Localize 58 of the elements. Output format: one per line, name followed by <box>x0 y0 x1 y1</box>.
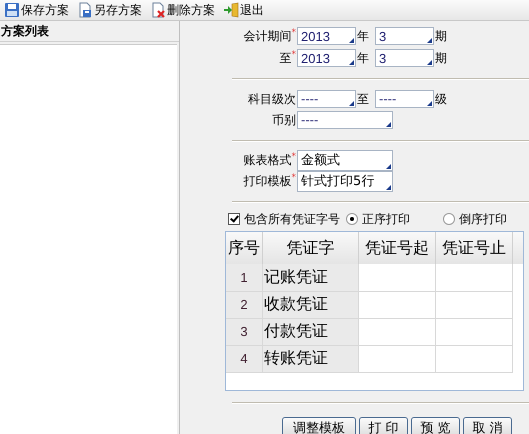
unit-label: 至 <box>356 90 370 108</box>
input-field[interactable]: ---- <box>297 90 356 108</box>
field-label: 打印模板 <box>244 172 292 190</box>
table-cell: 转账凭证 <box>262 345 358 372</box>
table-cell: 2 <box>226 291 262 318</box>
field-label: 科目级次 <box>248 90 296 108</box>
required-mark: * <box>292 28 296 38</box>
column-header: 凭证号止 <box>436 232 512 264</box>
column-header: 凭证字 <box>262 232 358 264</box>
action-button[interactable]: 调整模板 <box>282 417 356 434</box>
unit-label: 级 <box>434 90 448 108</box>
document-cross-icon <box>150 2 166 18</box>
input-field[interactable]: 3 <box>375 49 434 67</box>
table-cell: 收款凭证 <box>262 291 358 318</box>
toolbar-button[interactable]: 退出 <box>221 0 266 20</box>
toolbar-button[interactable]: 保存方案 <box>2 0 71 20</box>
radio-button[interactable] <box>443 213 455 225</box>
table-cell: 3 <box>226 318 262 345</box>
table-cell: 4 <box>226 345 262 372</box>
unit-label: 期 <box>434 50 448 66</box>
input-field[interactable]: 针式打印5行 <box>297 170 393 192</box>
toolbar-button[interactable]: 另存方案 <box>75 0 144 20</box>
radio-label: 正序打印 <box>362 210 410 228</box>
table-cell: 1 <box>226 264 262 291</box>
input-field[interactable]: 2013 <box>297 49 356 67</box>
input-field[interactable]: 3 <box>375 27 434 45</box>
field-label: 币别 <box>272 112 296 128</box>
table-cell[interactable] <box>358 291 436 318</box>
input-field[interactable]: ---- <box>375 90 434 108</box>
field-label: 至 <box>280 50 292 66</box>
input-field[interactable]: 金额式 <box>297 150 393 170</box>
sidebar-title: 方案列表 <box>0 21 179 42</box>
input-field[interactable]: ---- <box>297 111 393 129</box>
checkbox-label: 包含所有凭证字号 <box>244 210 340 228</box>
required-mark: * <box>292 50 296 60</box>
radio-label: 倒序打印 <box>459 210 507 228</box>
required-mark: * <box>292 172 296 182</box>
input-field[interactable]: 2013 <box>297 27 356 45</box>
table-cell[interactable] <box>358 264 436 291</box>
action-button[interactable]: 预 览 <box>411 417 460 434</box>
unit-label: 年 <box>356 50 370 66</box>
table-cell[interactable] <box>358 318 436 345</box>
unit-label: 期 <box>434 28 448 44</box>
action-button[interactable]: 打 印 <box>359 417 408 434</box>
unit-label: 年 <box>356 28 370 44</box>
radio-button[interactable] <box>346 213 358 225</box>
field-label: 账表格式 <box>244 152 292 168</box>
required-mark: * <box>292 152 296 162</box>
column-header: 凭证号起 <box>358 232 436 264</box>
table-cell: 记账凭证 <box>262 264 358 291</box>
action-button[interactable]: 取 消 <box>463 417 512 434</box>
field-label: 会计期间 <box>244 28 292 44</box>
checkbox[interactable] <box>228 213 240 225</box>
column-header: 序号 <box>226 232 262 264</box>
table-cell[interactable] <box>358 345 436 372</box>
table-cell: 付款凭证 <box>262 318 358 345</box>
door-arrow-icon <box>223 2 239 18</box>
toolbar-button[interactable]: 删除方案 <box>148 0 217 20</box>
